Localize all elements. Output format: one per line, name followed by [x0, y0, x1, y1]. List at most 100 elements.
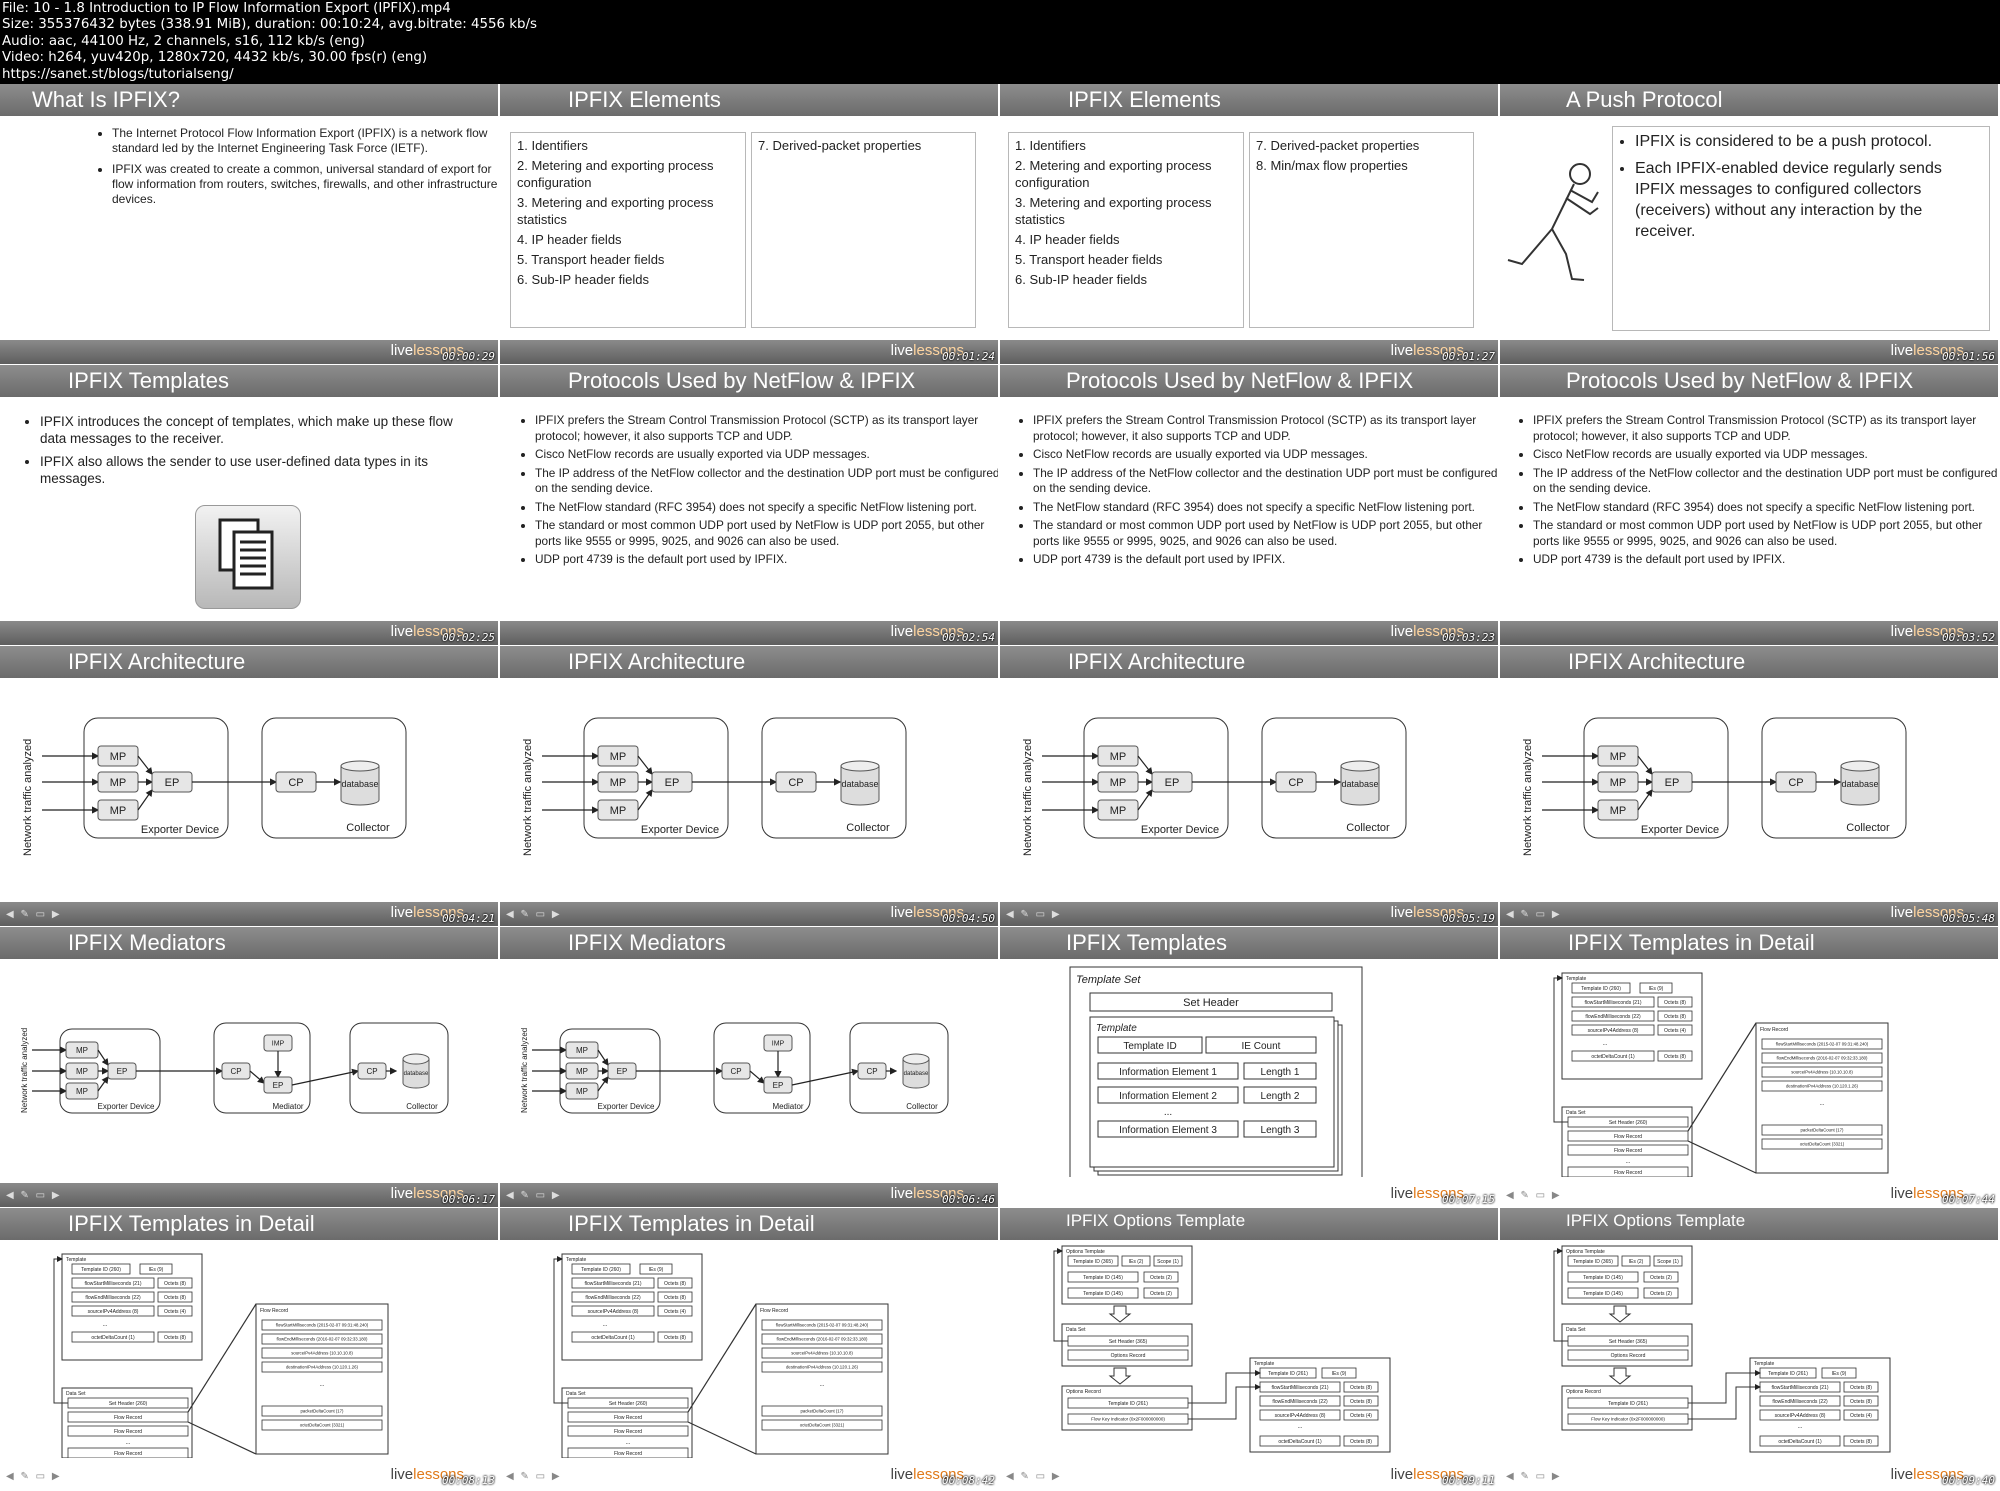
thumbnail-template-set[interactable]: IPFIX Templates Template Set Set Header …: [1000, 927, 1498, 1207]
timestamp: 00:00:29: [442, 350, 495, 363]
architecture-diagram: Network traffic analyzed MP MP MP EP CP databa…: [522, 717, 907, 856]
field-label: flowStartMilliseconds (2015-02-07 09:31:…: [1776, 1042, 1869, 1047]
database-icon: database: [904, 1071, 929, 1077]
thumbnail-architecture-2[interactable]: IPFIX Architecture Network traffic analyz…: [500, 646, 998, 926]
field-label: IEs (9): [649, 1267, 664, 1273]
thumbnail-options-template-2[interactable]: IPFIX Options Template Options Template Te…: [1500, 1208, 1998, 1488]
timestamp: 00:08:42: [942, 1474, 995, 1487]
mp-box: MP: [76, 1067, 88, 1076]
label: Information Element 1: [1119, 1067, 1217, 1078]
list-item: 7. Derived-packet properties: [1256, 138, 1420, 153]
player-controls-icon[interactable]: ◀ ✎ ▭ ▶: [1006, 909, 1062, 920]
field-label: Template ID (260): [1581, 986, 1621, 992]
timestamp: 00:05:19: [1442, 912, 1495, 925]
bullet: The standard or most common UDP port use…: [1033, 518, 1498, 549]
thumbnail-push-protocol[interactable]: A Push Protocol IPFIX is considered to b…: [1500, 84, 1998, 364]
thumbnail-protocols-2[interactable]: Protocols Used by NetFlow & IPFIX IPFIX …: [1000, 365, 1498, 645]
thumbnail-templates-detail-1[interactable]: IPFIX Templates in Detail Template Templat…: [1500, 927, 1998, 1207]
player-controls-icon[interactable]: ◀ ✎ ▭ ▶: [6, 909, 62, 920]
mp-box: MP: [1110, 751, 1127, 763]
label: Mediator: [272, 1102, 303, 1111]
player-controls-icon[interactable]: ◀ ✎ ▭ ▶: [506, 1471, 562, 1482]
cp-box: CP: [866, 1067, 877, 1076]
field-label: Octets (8): [1850, 1385, 1872, 1391]
field-label: sourceIPv4Address (8): [1588, 1028, 1639, 1034]
list-item: 4. IP header fields: [517, 232, 622, 247]
imp-box: IMP: [772, 1041, 785, 1048]
field-label: Flow Record: [1614, 1134, 1642, 1140]
bullet: Cisco NetFlow records are usually export…: [1533, 447, 1998, 463]
templates-detail-diagram: Template Template ID (260) IEs (9) flowStar…: [1553, 972, 1889, 1178]
player-controls-icon[interactable]: ◀ ✎ ▭ ▶: [506, 909, 562, 920]
field-label: Octets (8): [1850, 1399, 1872, 1405]
player-controls-icon[interactable]: ◀ ✎ ▭ ▶: [1506, 1190, 1562, 1201]
video-line: Video: h264, yuv420p, 1280x720, 4432 kb/…: [2, 50, 428, 66]
field-label: flowEndMilliseconds (2016-02-07 09:32:33…: [776, 1337, 868, 1342]
thumbnail-templates-detail-3[interactable]: IPFIX Templates in Detail Template Templat…: [500, 1208, 998, 1488]
thumbnail-ipfix-elements-1[interactable]: IPFIX Elements 1. Identifiers 2. Meterin…: [500, 84, 998, 364]
field-label: Octets (8): [1850, 1439, 1872, 1445]
axis-label: Network traffic analyzed: [22, 739, 34, 856]
mp-box: MP: [576, 1046, 588, 1055]
cp-box: CP: [1788, 777, 1803, 789]
field-label: flowStartMilliseconds (21): [1585, 1000, 1642, 1006]
elements-list-left: 1. Identifiers 2. Metering and exporting…: [510, 132, 746, 328]
label: Options Template: [1566, 1249, 1605, 1255]
documents-icon: [195, 505, 301, 609]
bullet: IPFIX was created to create a common, un…: [112, 162, 498, 207]
field-label: destinationIPv4Address (10.120.1.26): [286, 1365, 358, 1370]
thumbnail-what-is-ipfix[interactable]: What Is IPFIX? The Internet Protocol Flo…: [0, 84, 498, 364]
timestamp: 00:03:23: [1442, 631, 1495, 644]
bullet: Each IPFIX-enabled device regularly send…: [1635, 158, 1985, 242]
field-label: sourceIPv4Address (10.10.10.8): [291, 1351, 353, 1356]
timestamp: 00:09:40: [1942, 1474, 1995, 1487]
list-item: 2. Metering and exporting process config…: [517, 158, 714, 190]
label: ...: [819, 1382, 824, 1388]
thumbnail-architecture-4[interactable]: IPFIX Architecture Network traffic analyz…: [1500, 646, 1998, 926]
thumbnail-protocols-1[interactable]: Protocols Used by NetFlow & IPFIX IPFIX …: [500, 365, 998, 645]
timestamp: 00:09:11: [1442, 1474, 1495, 1487]
timestamp: 00:06:17: [442, 1193, 495, 1206]
label: Information Element 2: [1119, 1091, 1217, 1102]
thumbnail-templates-detail-2[interactable]: IPFIX Templates in Detail Template Templat…: [0, 1208, 498, 1488]
player-controls-icon[interactable]: ◀ ✎ ▭ ▶: [506, 1190, 562, 1201]
field-label: Flow Record: [614, 1451, 642, 1457]
player-controls-icon[interactable]: ◀ ✎ ▭ ▶: [1006, 1471, 1062, 1482]
player-controls-icon[interactable]: ◀ ✎ ▭ ▶: [1506, 909, 1562, 920]
thumbnail-options-template-1[interactable]: IPFIX Options Template Options Template Te…: [1000, 1208, 1498, 1488]
thumbnail-protocols-3[interactable]: Protocols Used by NetFlow & IPFIX IPFIX …: [1500, 365, 1998, 645]
thumbnail-architecture-3[interactable]: IPFIX Architecture Network traffic analyz…: [1000, 646, 1498, 926]
field-label: Flow Record: [114, 1429, 142, 1435]
thumbnail-mediators-1[interactable]: IPFIX Mediators Network traffic analyzed M…: [0, 927, 498, 1207]
field-label: Octets (8): [1350, 1439, 1372, 1445]
field-label: flowEndMilliseconds (22): [85, 1295, 141, 1301]
field-label: octetDeltaCount (3321): [300, 1423, 345, 1428]
label: IE Count: [1242, 1041, 1281, 1052]
thumbnail-mediators-2[interactable]: IPFIX Mediators Network traffic analyzed M…: [500, 927, 998, 1207]
options-template-diagram: Options Template Template ID (365) IEs (2)…: [1553, 1245, 1891, 1453]
player-controls-icon[interactable]: ◀ ✎ ▭ ▶: [6, 1190, 62, 1201]
thumbnail-ipfix-templates[interactable]: IPFIX Templates IPFIX introduces the con…: [0, 365, 498, 645]
field-label: Flow Record: [614, 1429, 642, 1435]
field-label: Flow Record: [114, 1451, 142, 1457]
field-label: packetDeltaCount (17): [801, 1409, 845, 1414]
mp-box: MP: [610, 777, 627, 789]
field-label: Template ID (261): [1608, 1401, 1648, 1407]
axis-label: Network traffic analyzed: [520, 1028, 529, 1113]
thumbnail-ipfix-elements-2[interactable]: IPFIX Elements 1. Identifiers 2. Meterin…: [1000, 84, 1498, 364]
field-label: Flow Key Indicator (0x2F000000000): [1091, 1417, 1165, 1422]
field-label: Template ID (145): [1583, 1275, 1623, 1281]
player-controls-icon[interactable]: ◀ ✎ ▭ ▶: [6, 1471, 62, 1482]
mp-box: MP: [1110, 805, 1127, 817]
label: ...: [125, 1440, 130, 1446]
label: ...: [1625, 1159, 1630, 1165]
ep-box: EP: [665, 777, 680, 789]
thumbnail-architecture-1[interactable]: IPFIX Architecture Network traffic analyz…: [0, 646, 498, 926]
field-label: flowStartMilliseconds (21): [1772, 1385, 1829, 1391]
timestamp: 00:04:21: [442, 912, 495, 925]
slide-title: IPFIX Elements: [568, 87, 721, 112]
player-controls-icon[interactable]: ◀ ✎ ▭ ▶: [1506, 1471, 1562, 1482]
bullet: UDP port 4739 is the default port used b…: [535, 552, 998, 568]
label: Options Record: [1066, 1389, 1101, 1395]
mp-box: MP: [110, 777, 127, 789]
